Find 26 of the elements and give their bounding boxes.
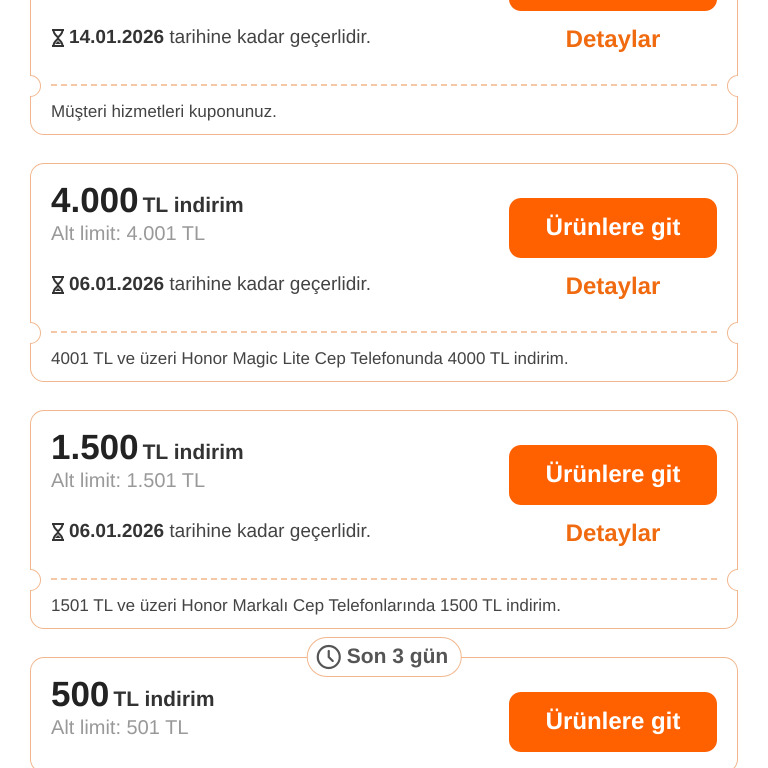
go-to-products-button[interactable]: Ürünlere git	[509, 445, 717, 505]
coupon-description: 4001 TL ve üzeri Honor Magic Lite Cep Telefonunda 4000 TL indirim.	[50, 348, 570, 370]
go-to-products-button[interactable]: Ürünlere git	[509, 692, 717, 752]
min-limit-text: Alt limit: 1.501 TL	[51, 470, 206, 492]
coupon-description: Müşteri hizmetleri kuponunuz.	[50, 101, 278, 123]
expiry-text: 06.01.2026 tarihine kadar geçerlidir.	[69, 520, 372, 544]
expiry-text: 14.01.2026 tarihine kadar geçerlidir.	[69, 26, 372, 50]
min-limit-text: Alt limit: 501 TL	[51, 717, 188, 739]
details-link[interactable]: Detaylar	[566, 519, 660, 549]
hourglass-icon	[51, 29, 65, 47]
coupon-description: 1501 TL ve üzeri Honor Markalı Cep Telefonlarında 1500 TL indirim.	[50, 595, 562, 617]
discount-amount: 4.000	[51, 180, 139, 222]
expiry-text: 06.01.2026 tarihine kadar geçerlidir.	[69, 272, 372, 297]
hourglass-icon	[51, 523, 65, 541]
badge-text: Son 3 gün	[346, 644, 448, 670]
go-to-products-button[interactable]: Ürünlere git	[509, 198, 717, 258]
discount-label: TL indirim	[113, 687, 215, 713]
discount-label: TL indirim	[142, 440, 244, 466]
min-limit-text: Alt limit: 4.001 TL	[51, 223, 206, 245]
discount-label: TL indirim	[142, 193, 244, 219]
clock-icon	[316, 644, 342, 670]
hourglass-icon	[51, 276, 65, 294]
details-link[interactable]: Detaylar	[566, 25, 660, 55]
discount-amount: 500	[51, 674, 110, 716]
details-link[interactable]: Detaylar	[566, 272, 660, 302]
discount-amount: 1.500	[51, 427, 139, 469]
